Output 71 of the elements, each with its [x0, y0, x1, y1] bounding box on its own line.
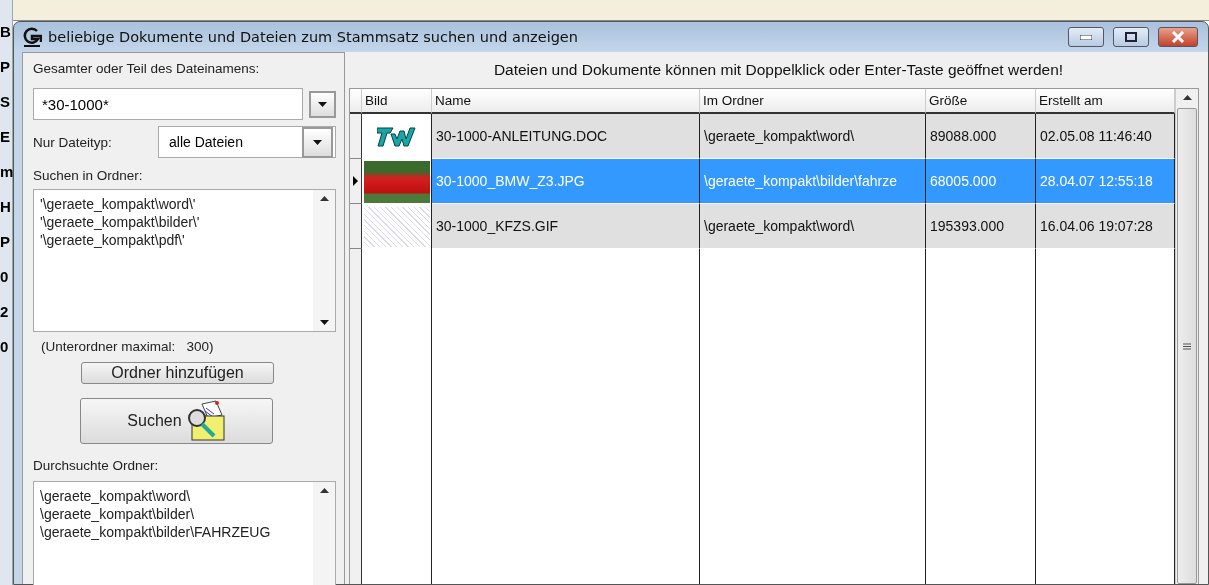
column-header[interactable]: Größe [926, 89, 1036, 114]
minimize-icon [1080, 34, 1092, 40]
table-cell: 30-1000-ANLEITUNG.DOC [432, 114, 700, 159]
table-cell: 68005.000 [926, 159, 1036, 204]
logo-icon [376, 125, 417, 148]
table-cell: 89088.000 [926, 114, 1036, 159]
scrollbar[interactable] [1175, 89, 1198, 584]
table-cell: 02.05.08 11:46:40 [1036, 114, 1175, 159]
background-letter: B [0, 22, 12, 42]
minimize-button[interactable] [1068, 27, 1104, 47]
field-label: Suchen in Ordner: [33, 168, 144, 183]
photo-placeholder [363, 160, 430, 203]
row-pointer-icon [353, 176, 358, 186]
add-folder-button[interactable]: Ordner hinzufügen [81, 362, 274, 384]
background-letter: 0 [0, 337, 10, 357]
maximize-button[interactable] [1113, 27, 1149, 47]
close-button[interactable] [1158, 27, 1198, 47]
dropdown-button[interactable] [309, 90, 336, 118]
folder-path: '\geraete_kompakt\bilder\' [40, 214, 201, 230]
background-letter: P [0, 232, 11, 252]
dropdown-button[interactable] [302, 126, 333, 158]
table-cell: \geraete_kompakt\bilder\fahrze [700, 159, 926, 204]
column-header[interactable]: Name [432, 89, 700, 114]
image-placeholder [363, 206, 430, 247]
hint-text: Dateien und Dokumente können mit Doppelklick oder Enter-Taste geöffnet werden! [492, 60, 1065, 80]
background-letter: m [0, 162, 12, 182]
caret-icon [313, 139, 322, 145]
subfolder-note: (Unterordner maximal: 300) [41, 339, 215, 354]
background-letter: 0 [0, 267, 10, 287]
table-cell: 28.04.07 12:55:18 [1036, 159, 1175, 204]
app-logo-icon [22, 26, 42, 48]
background-letter: P [0, 57, 11, 77]
column-header[interactable]: Bild [362, 89, 432, 114]
caret-icon [318, 101, 327, 107]
window-title: beliebige Dokumente und Dateien zum Stammsatz suchen und anzeigen [48, 29, 579, 45]
close-icon [1171, 31, 1185, 43]
table-cell: \geraete_kompakt\word\ [700, 204, 926, 249]
filename-field[interactable]: *30-1000* [33, 88, 303, 120]
folder-path: \geraete_kompakt\bilder\ [40, 506, 196, 522]
field-label: Gesamter oder Teil des Dateinamens: [33, 61, 261, 76]
scroll-down-icon [319, 320, 329, 325]
search-button[interactable]: Suchen [80, 398, 273, 444]
row-header-cell[interactable] [350, 159, 362, 204]
folder-path: \geraete_kompakt\bilder\FAHRZEUG [40, 524, 272, 540]
folder-path: '\geraete_kompakt\word\' [40, 196, 197, 212]
folder-path: \geraete_kompakt\word\ [40, 488, 192, 504]
background-letter: 2 [0, 302, 10, 322]
maximize-icon [1125, 32, 1137, 42]
column-header[interactable]: Im Ordner [700, 89, 926, 114]
folder-list[interactable]: '\geraete_kompakt\word\' '\geraete_kompakt\bilder\' '\geraete_kompakt\pdf\' [33, 189, 336, 332]
row-header-cell[interactable] [350, 114, 362, 159]
table-cell: 195393.000 [926, 204, 1036, 249]
grip-icon [1183, 342, 1191, 350]
column-header[interactable]: Erstellt am [1036, 89, 1175, 114]
scroll-up-icon [319, 488, 329, 493]
background-letter: E [0, 127, 11, 147]
field-label: Durchsuchte Ordner: [33, 458, 160, 473]
folder-path: '\geraete_kompakt\pdf\' [40, 232, 186, 248]
filetype-select[interactable]: alle Dateien [158, 126, 336, 158]
table-cell: 16.04.06 19:07:28 [1036, 204, 1175, 249]
background-letter: S [0, 92, 11, 112]
table-cell: \geraete_kompakt\word\ [700, 114, 926, 159]
header-corner [350, 89, 362, 114]
scroll-up-icon [1182, 95, 1192, 100]
scroll-up-icon [319, 196, 329, 201]
table-cell: 30-1000_KFZS.GIF [432, 204, 700, 249]
background-letter: H [0, 197, 12, 217]
row-header-cell[interactable] [350, 204, 362, 249]
searched-folder-list[interactable]: \geraete_kompakt\word\ \geraete_kompakt\bilder\ \geraete_kompakt\bilder\FAHRZEUG [33, 481, 336, 585]
field-label: Nur Dateityp: [33, 134, 112, 150]
table-cell: 30-1000_BMW_Z3.JPG [432, 159, 700, 204]
